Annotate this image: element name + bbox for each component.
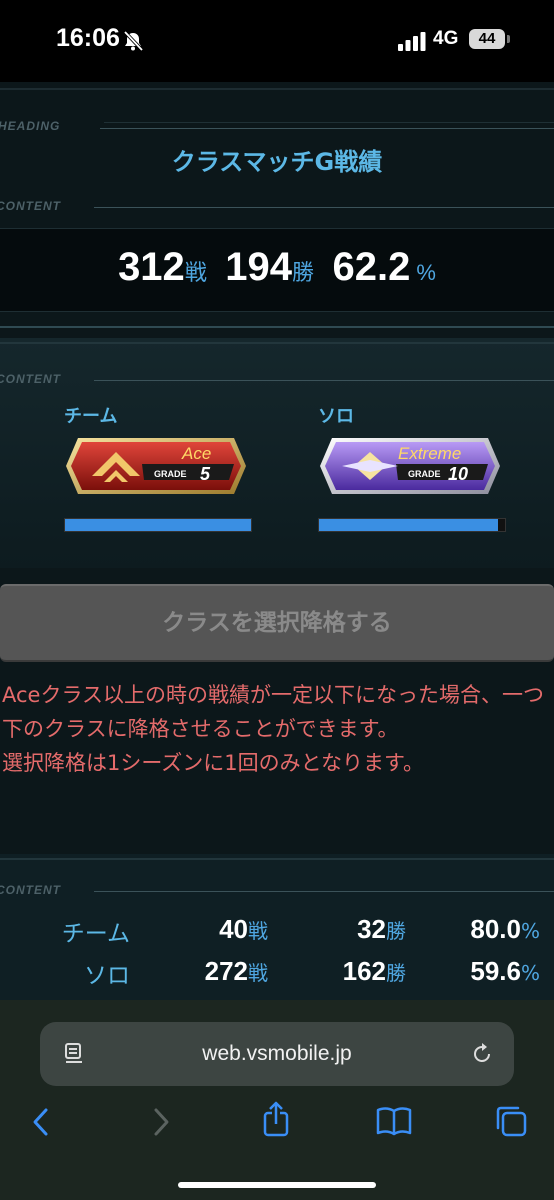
ace-grade: 5 bbox=[200, 464, 211, 484]
divider bbox=[104, 122, 554, 123]
share-icon[interactable] bbox=[260, 1100, 292, 1138]
reload-icon[interactable] bbox=[470, 1042, 494, 1066]
content-tag: CONTENT bbox=[0, 883, 61, 897]
content-tag: CONTENT bbox=[0, 372, 61, 386]
rate-unit: % bbox=[416, 260, 436, 285]
forward-icon[interactable] bbox=[150, 1106, 172, 1138]
divider bbox=[94, 207, 554, 208]
bookmarks-icon[interactable] bbox=[376, 1106, 412, 1136]
demote-notice: Aceクラス以上の時の戦績が一定以下になった場合、一つ下のクラスに降格させること… bbox=[2, 678, 550, 780]
battery-level: 44 bbox=[469, 29, 505, 49]
solo-label: ソロ bbox=[318, 406, 354, 427]
status-time: 16:06 bbox=[56, 24, 120, 52]
divider bbox=[0, 88, 554, 90]
back-icon[interactable] bbox=[30, 1106, 52, 1138]
solo-progress-fill bbox=[319, 519, 498, 531]
notice-line-1: Aceクラス以上の時の戦績が一定以下になった場合、一つ下のクラスに降格させること… bbox=[2, 683, 545, 741]
network-type: 4G bbox=[433, 28, 459, 49]
ace-rank-badge: Ace GRADE 5 bbox=[66, 438, 246, 494]
content-tag: CONTENT bbox=[0, 199, 61, 213]
team-battles: 40戦 bbox=[219, 914, 268, 944]
breakdown-row-solo: ソロ 272戦 162勝 59.6% bbox=[0, 956, 554, 992]
divider bbox=[0, 342, 554, 344]
total-wins: 194 bbox=[225, 245, 293, 289]
solo-grade-progress bbox=[318, 518, 506, 532]
extreme-grade: 10 bbox=[448, 464, 468, 484]
total-rate: 62.2 bbox=[332, 245, 411, 289]
extreme-rank-name: Extreme bbox=[398, 444, 461, 463]
breakdown-label: ソロ bbox=[84, 963, 130, 989]
notice-line-2: 選択降格は1シーズンに1回のみとなります。 bbox=[2, 751, 424, 775]
divider bbox=[100, 128, 554, 129]
divider bbox=[94, 380, 554, 381]
status-bar: 16:06 4G 44 bbox=[0, 0, 554, 82]
signal-icon bbox=[398, 32, 426, 51]
breakdown-label: チーム bbox=[61, 921, 130, 947]
home-indicator bbox=[178, 1182, 376, 1188]
team-wins: 32勝 bbox=[357, 914, 406, 944]
total-battles: 312 bbox=[118, 245, 185, 289]
address-bar[interactable]: web.vsmobile.jp bbox=[40, 1022, 514, 1086]
web-content[interactable]: HEADING クラスマッチG戦績 CONTENT 312戦 194勝 62.2… bbox=[0, 82, 554, 1000]
team-grade-progress bbox=[64, 518, 252, 532]
url-text[interactable]: web.vsmobile.jp bbox=[40, 1042, 514, 1066]
total-record-line: 312戦 194勝 62.2% bbox=[0, 245, 554, 290]
divider bbox=[0, 858, 554, 860]
divider bbox=[94, 891, 554, 892]
solo-wins: 162勝 bbox=[342, 956, 406, 986]
total-record: 312戦 194勝 62.2% bbox=[0, 228, 554, 312]
select-demote-button[interactable]: クラスを選択降格する bbox=[0, 584, 554, 662]
team-rate: 80.0% bbox=[470, 914, 540, 944]
wins-unit: 勝 bbox=[292, 260, 315, 285]
heading-tag: HEADING bbox=[0, 119, 61, 133]
solo-rate: 59.6% bbox=[470, 956, 540, 986]
page-title: クラスマッチG戦績 bbox=[171, 148, 383, 176]
battery-tip bbox=[507, 35, 510, 43]
divider bbox=[0, 326, 554, 328]
breakdown-panel: CONTENT チーム 40戦 32勝 80.0% ソロ 272戦 162勝 5… bbox=[0, 854, 554, 1000]
class-panel: CONTENT チーム ソロ Ace GRADE 5 Extreme GRADE… bbox=[0, 338, 554, 568]
ace-grade-label: GRADE bbox=[154, 469, 187, 479]
extreme-grade-label: GRADE bbox=[408, 469, 441, 479]
team-progress-fill bbox=[65, 519, 251, 531]
team-label: チーム bbox=[64, 406, 118, 427]
tabs-icon[interactable] bbox=[494, 1104, 528, 1138]
solo-battles: 272戦 bbox=[204, 956, 268, 986]
battles-unit: 戦 bbox=[184, 260, 207, 285]
ace-rank-name: Ace bbox=[181, 444, 211, 463]
browser-toolbar: web.vsmobile.jp bbox=[0, 1000, 554, 1200]
bell-slash-icon bbox=[123, 30, 144, 52]
breakdown-row-team: チーム 40戦 32勝 80.0% bbox=[0, 914, 554, 950]
extreme-rank-badge: Extreme GRADE 10 bbox=[320, 438, 500, 494]
